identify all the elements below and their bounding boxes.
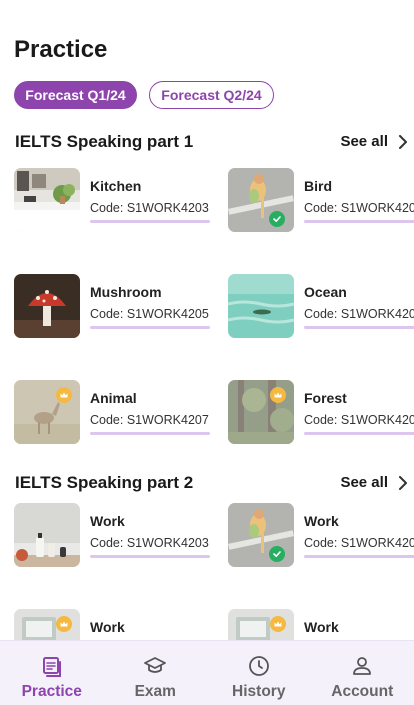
topic-card[interactable]: Work Code: S1WORK4203 [14,503,214,569]
see-all-label: See all [340,474,388,491]
topic-code: Code: S1WORK4202 [304,201,414,215]
topic-card[interactable]: Kitchen Code: S1WORK4203 [14,168,214,234]
topic-code: Code: S1WORK4202 [304,413,414,427]
topic-thumbnail [228,380,294,444]
topic-title: Animal [90,390,137,406]
completed-check-icon [269,546,285,562]
topic-card[interactable]: Work [228,609,414,640]
topic-card[interactable]: Forest Code: S1WORK4202 [228,380,414,446]
topic-card[interactable]: Animal Code: S1WORK4207 [14,380,214,446]
topic-thumbnail [14,274,80,338]
progress-bar [304,555,414,558]
topic-code: Code: S1WORK4207 [90,413,209,427]
chevron-right-icon [399,134,407,149]
chevron-right-icon [399,475,407,490]
progress-bar [304,432,414,435]
topic-title: Work [90,619,125,635]
topic-thumbnail [14,503,80,567]
topic-thumbnail [14,168,80,232]
completed-check-icon [269,211,285,227]
practice-icon [42,657,61,677]
topic-title: Bird [304,178,332,194]
topic-title: Work [304,513,339,529]
progress-bar [90,555,210,558]
topic-code: Code: S1WORK4202 [304,307,414,321]
section-title: IELTS Speaking part 1 [15,132,194,151]
topic-thumbnail [228,503,294,567]
progress-bar [90,220,210,223]
topic-thumbnail [228,168,294,232]
topic-card[interactable]: Work Code: S1WORK4202 [228,503,414,569]
progress-bar [304,220,414,223]
user-icon [353,657,372,675]
topic-code: Code: S1WORK4205 [90,307,209,321]
content-area: IELTS Speaking part 1 See all Kitchen Co… [0,0,414,640]
bottom-nav: Practice Exam History Account [0,640,414,705]
nav-practice[interactable]: Practice [0,641,104,705]
crown-icon [270,616,286,632]
topic-thumbnail [14,380,80,444]
nav-label: Practice [21,683,82,700]
see-all-button[interactable]: See all [340,474,408,491]
topic-card[interactable]: Work [14,609,214,640]
topic-title: Work [304,619,339,635]
topic-code: Code: S1WORK4203 [90,201,209,215]
topic-title: Mushroom [90,284,162,300]
topic-card[interactable]: Mushroom Code: S1WORK4205 [14,274,214,340]
crown-icon [56,387,72,403]
nav-label: Exam [134,683,176,700]
topic-title: Kitchen [90,178,142,194]
topic-title: Work [90,513,125,529]
crown-icon [56,616,72,632]
ocean-image [228,274,294,338]
topic-thumbnail [14,609,80,640]
nav-account[interactable]: Account [311,641,414,705]
progress-bar [90,432,210,435]
nav-exam[interactable]: Exam [104,641,208,705]
graduation-cap-icon [144,657,167,673]
progress-bar [304,326,414,329]
bottles-image [14,503,80,567]
topic-title: Ocean [304,284,347,300]
mushroom-image [14,274,80,338]
topic-card[interactable]: Bird Code: S1WORK4202 [228,168,414,234]
kitchen-image [14,168,80,232]
clock-icon [248,656,269,676]
nav-label: Account [331,683,394,700]
topic-thumbnail [228,609,294,640]
section-title: IELTS Speaking part 2 [15,473,194,492]
crown-icon [270,387,286,403]
nav-label: History [232,683,286,700]
topic-title: Forest [304,390,347,406]
topic-code: Code: S1WORK4202 [304,536,414,550]
see-all-button[interactable]: See all [340,133,408,150]
topic-thumbnail [228,274,294,338]
topic-code: Code: S1WORK4203 [90,536,209,550]
topic-card[interactable]: Ocean Code: S1WORK4202 [228,274,414,340]
nav-history[interactable]: History [207,641,311,705]
progress-bar [90,326,210,329]
see-all-label: See all [340,133,388,150]
